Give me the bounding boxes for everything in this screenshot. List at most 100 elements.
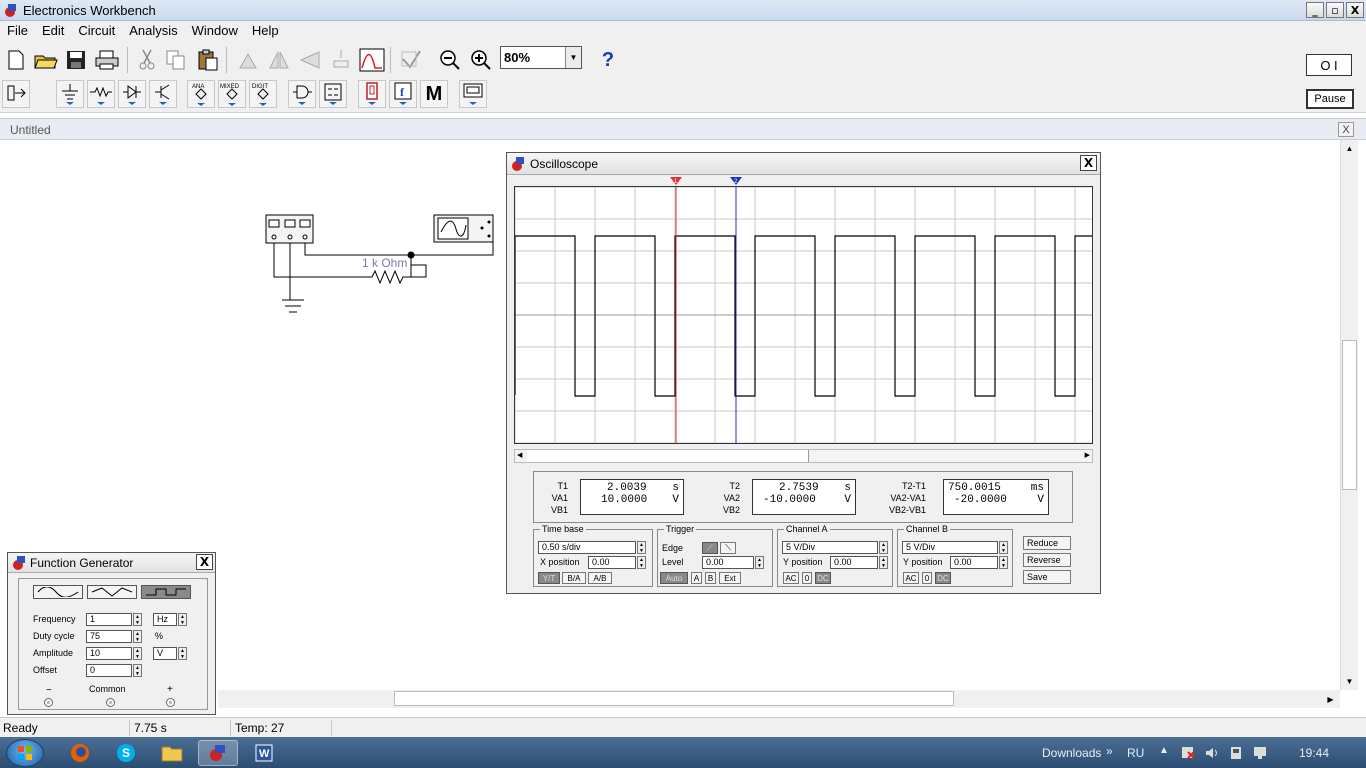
trigger-ext-button[interactable]: Ext xyxy=(719,572,741,584)
start-button[interactable] xyxy=(6,739,44,767)
channel-a-ac-button[interactable]: AC xyxy=(783,572,799,584)
zoom-out-button[interactable] xyxy=(436,46,464,74)
controls-bin-button[interactable]: f xyxy=(389,80,417,108)
trigger-a-button[interactable]: A xyxy=(691,572,702,584)
duty-cycle-spinner[interactable]: ▲ ▼ xyxy=(133,630,142,643)
channel-b-scale-field[interactable]: 5 V/Div xyxy=(902,541,998,554)
oscilloscope-scroll-thumb[interactable] xyxy=(527,450,809,462)
save-button[interactable] xyxy=(62,46,90,74)
minus-terminal[interactable] xyxy=(44,698,53,707)
taskbar-electronics-workbench[interactable] xyxy=(198,740,238,766)
channel-a-ypos-field[interactable]: 0.00 xyxy=(830,556,878,569)
trigger-b-button[interactable]: B xyxy=(705,572,716,584)
cursor-1-handle[interactable]: 1 xyxy=(670,177,682,186)
offset-spinner[interactable]: ▲ ▼ xyxy=(133,664,142,677)
x-position-field[interactable]: 0.00 xyxy=(588,556,636,569)
scroll-left-icon[interactable]: ◀ xyxy=(517,451,522,459)
channel-b-zero-button[interactable]: 0 xyxy=(922,572,932,584)
mode-yt-button[interactable]: Y/T xyxy=(538,572,560,584)
plus-terminal[interactable] xyxy=(166,698,175,707)
flip-horizontal-button[interactable] xyxy=(265,46,293,74)
amplitude-unit-spinner[interactable]: ▲ ▼ xyxy=(178,647,187,660)
downloads-chevron-icon[interactable]: » xyxy=(1106,744,1113,758)
channel-a-zero-button[interactable]: 0 xyxy=(802,572,812,584)
diodes-bin-button[interactable] xyxy=(118,80,146,108)
subcircuit-button[interactable] xyxy=(397,46,425,74)
triangle-wave-button[interactable] xyxy=(87,585,137,599)
open-file-button[interactable] xyxy=(32,46,60,74)
channel-b-ac-button[interactable]: AC xyxy=(903,572,919,584)
parts-bin-toggle-button[interactable] xyxy=(2,80,30,108)
menu-file[interactable]: File xyxy=(0,21,35,41)
channel-a-scale-field[interactable]: 5 V/Div xyxy=(782,541,878,554)
trigger-level-field[interactable]: 0.00 xyxy=(702,556,754,569)
new-file-button[interactable] xyxy=(2,46,30,74)
clock[interactable]: 19:44 xyxy=(1299,746,1329,760)
frequency-unit-select[interactable]: Hz xyxy=(153,613,177,626)
zoom-in-button[interactable] xyxy=(467,46,495,74)
network-icon[interactable] xyxy=(1252,745,1268,761)
flip-vertical-button[interactable] xyxy=(296,46,324,74)
basic-components-bin-button[interactable] xyxy=(87,80,115,108)
function-generator-instrument-icon[interactable] xyxy=(433,214,494,243)
menu-edit[interactable]: Edit xyxy=(35,21,71,41)
mode-ab-button[interactable]: A/B xyxy=(588,572,612,584)
channel-b-ypos-field[interactable]: 0.00 xyxy=(950,556,998,569)
scroll-down-icon[interactable]: ▼ xyxy=(1341,673,1358,689)
indicators-bin-button[interactable] xyxy=(358,80,386,108)
copy-button[interactable] xyxy=(162,46,190,74)
frequency-field[interactable]: 1 xyxy=(86,613,132,626)
cursor-2-handle[interactable]: 2 xyxy=(730,177,742,186)
help-button[interactable]: ? xyxy=(594,46,622,74)
channel-a-scale-spinner[interactable]: ▲ ▼ xyxy=(879,541,888,554)
channel-b-scale-spinner[interactable]: ▲ ▼ xyxy=(999,541,1008,554)
component-properties-button[interactable] xyxy=(327,46,355,74)
menu-window[interactable]: Window xyxy=(185,21,245,41)
transistors-bin-button[interactable] xyxy=(149,80,177,108)
instruments-bin-button[interactable] xyxy=(459,80,487,108)
close-button[interactable]: X xyxy=(1346,2,1364,18)
mixed-ics-bin-button[interactable]: MIXED xyxy=(218,80,246,108)
x-position-spinner[interactable]: ▲ ▼ xyxy=(637,556,646,569)
frequency-spinner[interactable]: ▲ ▼ xyxy=(133,613,142,626)
function-generator-close-button[interactable]: X xyxy=(196,554,213,570)
save-data-button[interactable]: Save xyxy=(1023,570,1071,584)
volume-icon[interactable] xyxy=(1204,745,1220,761)
menu-circuit[interactable]: Circuit xyxy=(71,21,122,41)
sources-bin-button[interactable] xyxy=(56,80,84,108)
taskbar-firefox[interactable] xyxy=(60,740,100,766)
scroll-up-icon[interactable]: ▲ xyxy=(1341,140,1358,156)
amplitude-spinner[interactable]: ▲ ▼ xyxy=(133,647,142,660)
timebase-spinner[interactable]: ▲ ▼ xyxy=(637,541,646,554)
sine-wave-button[interactable] xyxy=(33,585,83,599)
trigger-level-spinner[interactable]: ▲ ▼ xyxy=(755,556,764,569)
reverse-button[interactable]: Reverse xyxy=(1023,553,1071,567)
amplitude-unit-select[interactable]: V xyxy=(153,647,177,660)
oscilloscope-time-scrollbar[interactable]: ◀ ▶ xyxy=(514,449,1093,463)
oscilloscope-instrument-icon[interactable] xyxy=(265,214,314,244)
amplitude-field[interactable]: 10 xyxy=(86,647,132,660)
menu-analysis[interactable]: Analysis xyxy=(122,21,184,41)
logic-gates-bin-button[interactable] xyxy=(288,80,316,108)
digital-bin-button[interactable] xyxy=(319,80,347,108)
horizontal-scroll-thumb[interactable] xyxy=(394,691,954,706)
duty-cycle-field[interactable]: 75 xyxy=(86,630,132,643)
common-terminal[interactable] xyxy=(106,698,115,707)
minimize-button[interactable]: _ xyxy=(1306,2,1324,18)
taskbar-word[interactable]: W xyxy=(244,740,284,766)
menu-help[interactable]: Help xyxy=(245,21,286,41)
canvas-vertical-scrollbar[interactable]: ▲ ▼ xyxy=(1340,140,1358,690)
channel-a-ypos-spinner[interactable]: ▲ ▼ xyxy=(879,556,888,569)
frequency-unit-spinner[interactable]: ▲ ▼ xyxy=(178,613,187,626)
digital-ics-bin-button[interactable]: DIGIT xyxy=(249,80,277,108)
paste-button[interactable] xyxy=(194,46,222,74)
document-close-button[interactable]: X xyxy=(1338,122,1354,137)
device-icon[interactable] xyxy=(1228,745,1244,761)
channel-b-dc-button[interactable]: DC xyxy=(935,572,951,584)
tray-expand-icon[interactable]: ▲ xyxy=(1159,745,1169,756)
taskbar-skype[interactable]: S xyxy=(106,740,146,766)
analog-ics-bin-button[interactable]: ANA xyxy=(187,80,215,108)
timebase-field[interactable]: 0.50 s/div xyxy=(538,541,636,554)
print-button[interactable] xyxy=(93,46,121,74)
canvas-horizontal-scrollbar[interactable]: ▶ xyxy=(218,690,1340,708)
